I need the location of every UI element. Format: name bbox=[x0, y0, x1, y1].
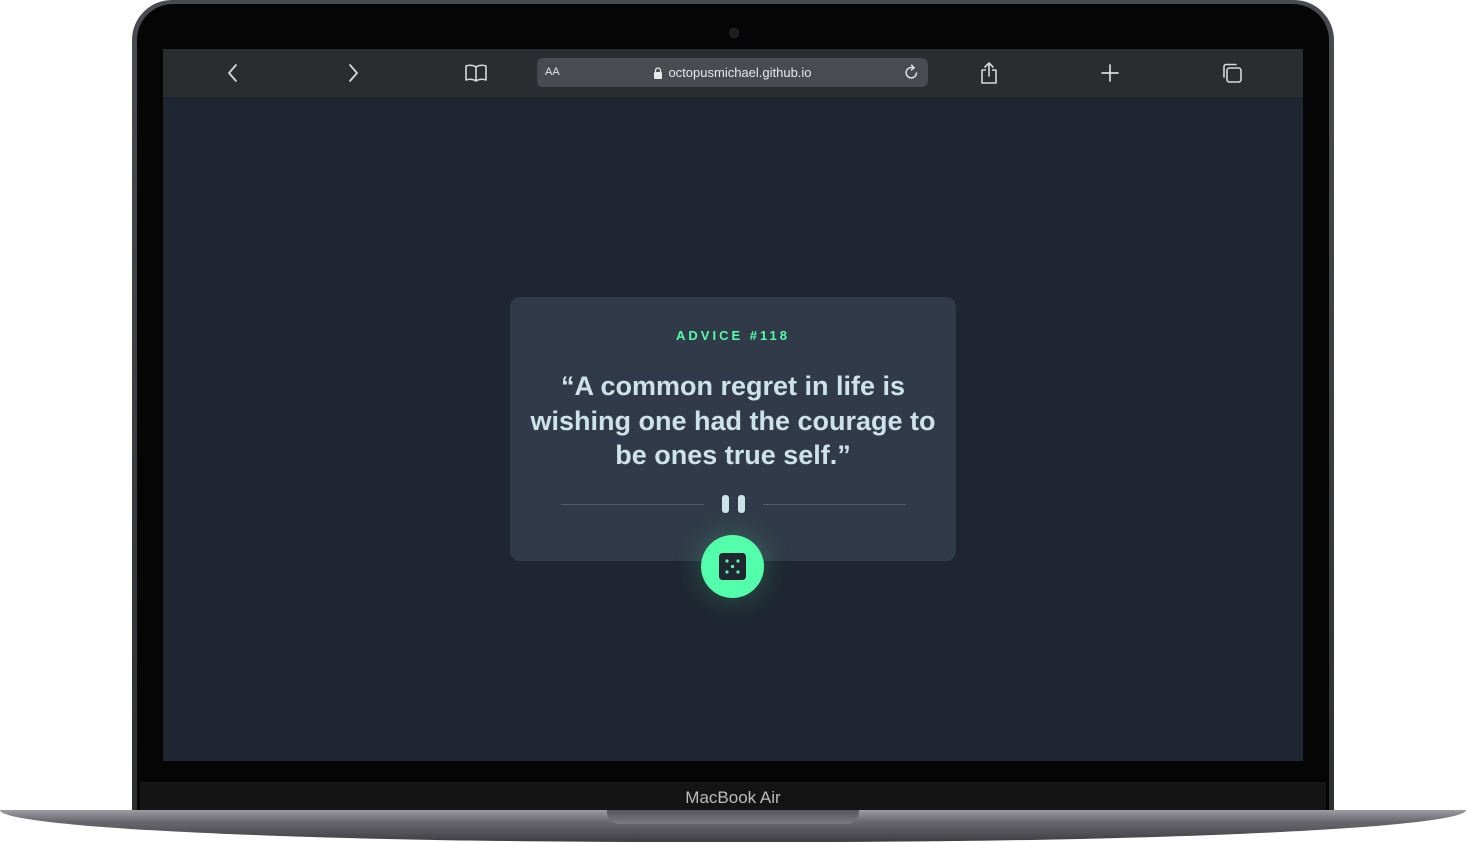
share-button[interactable] bbox=[977, 61, 1001, 85]
advice-card: ADVICE #118 “A common regret in life is … bbox=[510, 297, 956, 561]
tabs-button[interactable] bbox=[1220, 61, 1244, 85]
chevron-left-icon bbox=[228, 64, 237, 82]
advice-quote: “A common regret in life is wishing one … bbox=[530, 371, 936, 470]
browser-screen: AA octopusmichael.github.io ADVICE #118 … bbox=[163, 49, 1303, 761]
dice-icon bbox=[719, 553, 746, 580]
pattern-divider bbox=[561, 494, 906, 514]
url-display: octopusmichael.github.io bbox=[537, 58, 928, 87]
lock-icon bbox=[654, 66, 663, 79]
url-text: octopusmichael.github.io bbox=[668, 65, 812, 80]
new-tab-button[interactable] bbox=[1098, 61, 1122, 85]
chevron-right-icon bbox=[349, 64, 358, 82]
macbook-mockup: MacBook Air AA octopusmichael.github.io … bbox=[0, 0, 1466, 842]
advice-id-label: ADVICE #118 bbox=[676, 328, 790, 343]
reload-icon[interactable] bbox=[903, 64, 920, 81]
share-icon bbox=[981, 62, 997, 84]
bookmarks-button[interactable] bbox=[464, 61, 488, 85]
divider-line-left bbox=[561, 504, 704, 505]
laptop-hinge-notch bbox=[607, 810, 859, 824]
address-bar[interactable]: AA octopusmichael.github.io bbox=[537, 58, 928, 87]
new-advice-button[interactable] bbox=[701, 535, 764, 598]
book-icon bbox=[465, 64, 487, 82]
plus-icon bbox=[1101, 64, 1119, 82]
model-label: MacBook Air bbox=[685, 788, 781, 807]
camera-icon bbox=[729, 28, 739, 38]
back-button[interactable] bbox=[221, 61, 245, 85]
browser-toolbar: AA octopusmichael.github.io bbox=[163, 49, 1303, 97]
forward-button[interactable] bbox=[341, 61, 365, 85]
tabs-icon bbox=[1223, 63, 1242, 83]
pause-icon bbox=[722, 495, 745, 513]
divider-line-right bbox=[763, 504, 906, 505]
